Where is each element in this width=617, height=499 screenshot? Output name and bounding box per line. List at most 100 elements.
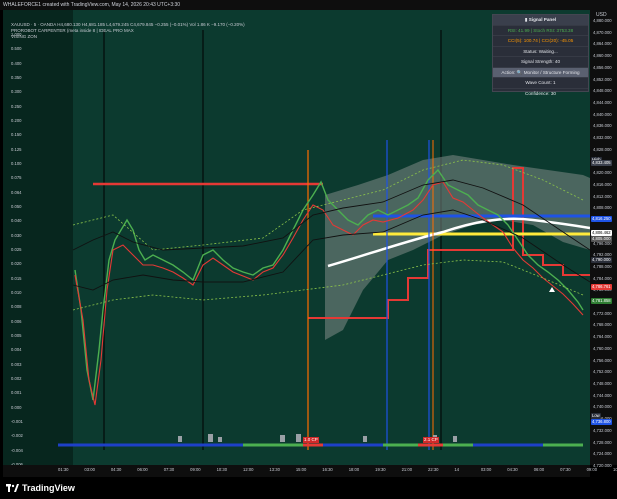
time-axis-label: 13:30 xyxy=(269,467,280,472)
time-axis-label: 03:00 xyxy=(480,467,492,472)
price-tag: 4,805.000 xyxy=(591,236,612,242)
price-axis-label: 4,844.000 xyxy=(593,99,612,105)
price-tag: 4,833.405 xyxy=(591,160,612,166)
time-axis-label: 07:30 xyxy=(560,467,571,472)
price-axis-label: 4,870.000 xyxy=(593,29,612,35)
price-tag: 4,736.800 xyxy=(591,419,612,425)
creator-line: WHALEFORCE1 created with TradingView.com… xyxy=(3,2,181,8)
price-axis-label: 4,744.000 xyxy=(593,392,612,398)
time-axis-label: 09:00 xyxy=(586,467,598,472)
price-axis-label: 4,788.000 xyxy=(593,263,612,269)
price-axis-label: 4,848.000 xyxy=(593,88,612,94)
price-axis-label: 4,864.000 xyxy=(593,41,612,47)
tradingview-chart-window: WHALEFORCE1 created with TradingView.com… xyxy=(0,0,617,499)
time-axis-label: 07:30 xyxy=(163,467,175,472)
buy-triangle-icon xyxy=(549,287,555,292)
time-axis-label: 15:00 xyxy=(295,467,307,472)
price-tag: 4,786.761 xyxy=(591,284,612,290)
left-scale-label: -0.004 xyxy=(11,447,23,453)
left-scale-label: 0.002 xyxy=(11,376,22,381)
price-tag: 4,816.250 xyxy=(591,216,612,222)
left-scale-label: 0.050 xyxy=(11,204,22,209)
time-axis-label: 04:30 xyxy=(110,467,122,472)
left-scale-label: 0.400 xyxy=(11,60,22,66)
price-axis-label: 4,820.000 xyxy=(593,170,612,176)
left-scale-label: 0.125 xyxy=(11,146,22,152)
currency-label: USD xyxy=(596,12,607,18)
left-scale-label: 0.200 xyxy=(11,118,22,123)
wave-row: Wave Count: 1 xyxy=(493,78,588,89)
confidence-row: Confidence: 30 xyxy=(525,90,556,96)
cci-row: CCI(5): 100.74 | CCI(20): -45.05 xyxy=(493,36,588,47)
time-axis-label: 22:30 xyxy=(428,467,439,472)
time-axis-label: 19:30 xyxy=(375,467,386,472)
left-scale-label: 0.000 xyxy=(11,404,22,410)
left-scale-label: 0.006 xyxy=(11,318,22,324)
time-axis-label: 06:00 xyxy=(137,467,148,472)
left-scale-label: 0.500 xyxy=(11,46,22,52)
price-axis-label: 4,772.000 xyxy=(593,310,612,316)
price-tag: 4,790.000 xyxy=(591,257,612,263)
price-axis-label: 4,728.000 xyxy=(593,439,612,445)
time-axis-label: 16:30 xyxy=(322,467,333,472)
price-axis-label: 4,752.000 xyxy=(593,369,612,375)
left-scale-label: 0.015 xyxy=(11,275,22,281)
signal-panel: ▮ Signal Panel RSI: 41.99 | Stoch RSI: 3… xyxy=(492,14,589,96)
time-axis-label: 10:30 xyxy=(216,467,228,472)
price-axis-label: 4,840.000 xyxy=(593,111,612,117)
left-scale-label: 0.040 xyxy=(11,218,22,224)
indicator-line-2: VISING ZON xyxy=(11,34,38,39)
left-scale-label: 0.005 xyxy=(11,333,22,338)
price-axis-label: 4,760.000 xyxy=(593,345,612,351)
tradingview-logo[interactable]: TradingView xyxy=(6,483,75,493)
left-scale-label: -0.001 xyxy=(11,419,23,424)
left-scale-label: 0.004 xyxy=(11,347,22,353)
time-axis-label: 01:30 xyxy=(58,467,69,472)
price-axis-label: 4,828.000 xyxy=(593,146,612,152)
left-scale-label: 0.025 xyxy=(11,247,22,252)
flag-label: 2.1 CP xyxy=(423,437,439,443)
left-scale-label: 0.010 xyxy=(11,290,22,295)
left-scale-label: 0.250 xyxy=(11,103,22,109)
panel-title-text: Signal Panel xyxy=(528,17,557,22)
time-axis-label: 21:00 xyxy=(401,467,413,472)
left-scale-label: 0.150 xyxy=(11,132,22,138)
price-axis-label: 4,740.000 xyxy=(593,404,612,410)
left-scale-label: 0.100 xyxy=(11,161,22,166)
left-scale-label: 0.350 xyxy=(11,75,22,80)
price-axis-label: 4,808.000 xyxy=(593,205,612,211)
footer: TradingView xyxy=(0,477,617,499)
left-scale-label: 0.064 xyxy=(11,189,22,195)
time-axis-label: 18:00 xyxy=(348,467,360,472)
time-axis-label: 10:30 xyxy=(613,467,617,472)
panel-title: ▮ Signal Panel xyxy=(493,15,588,26)
price-axis-label: 4,832.000 xyxy=(593,135,612,141)
left-scale-label: 0.008 xyxy=(11,304,22,310)
price-axis-label: 4,880.000 xyxy=(593,18,612,23)
price-axis-label: 4,732.000 xyxy=(593,427,612,433)
left-scale-label: 0.003 xyxy=(11,361,22,367)
chart-header: WHALEFORCE1 created with TradingView.com… xyxy=(0,0,617,10)
price-axis-label: 4,836.000 xyxy=(593,123,612,129)
price-axis-label: 4,812.000 xyxy=(593,193,612,199)
price-axis-label: 4,764.000 xyxy=(593,334,612,340)
brand-text: TradingView xyxy=(22,483,75,493)
price-tag: 4,781.858 xyxy=(591,298,612,304)
time-axis-label: 04:30 xyxy=(507,467,518,472)
cloud-band xyxy=(325,155,590,340)
price-axis-label: 4,860.000 xyxy=(593,53,612,59)
price-axis-label: 4,724.000 xyxy=(593,451,612,457)
time-axis-label: 06:00 xyxy=(533,467,545,472)
price-axis-label: 4,784.000 xyxy=(593,275,612,281)
price-axis-label: 4,816.000 xyxy=(593,181,612,187)
time-axis[interactable]: 01:30 03:00 04:30 06:00 07:30 09:00 10:30 12:00… xyxy=(3,465,617,477)
left-scale-label: 0.300 xyxy=(11,89,22,95)
left-scale-label: 0.001 xyxy=(11,390,22,396)
price-axis-label: 4,768.000 xyxy=(593,322,612,328)
left-scale-label: 0.030 xyxy=(11,232,22,238)
left-scale-label: 0.020 xyxy=(11,261,22,267)
chart-legend: XAUUSD · 5 · OANDA H4,680.130 H4,681.185… xyxy=(11,22,245,40)
price-axis-label: 4,852.000 xyxy=(593,76,612,82)
time-axis-label: 14 xyxy=(454,467,460,472)
tradingview-icon xyxy=(6,484,19,492)
